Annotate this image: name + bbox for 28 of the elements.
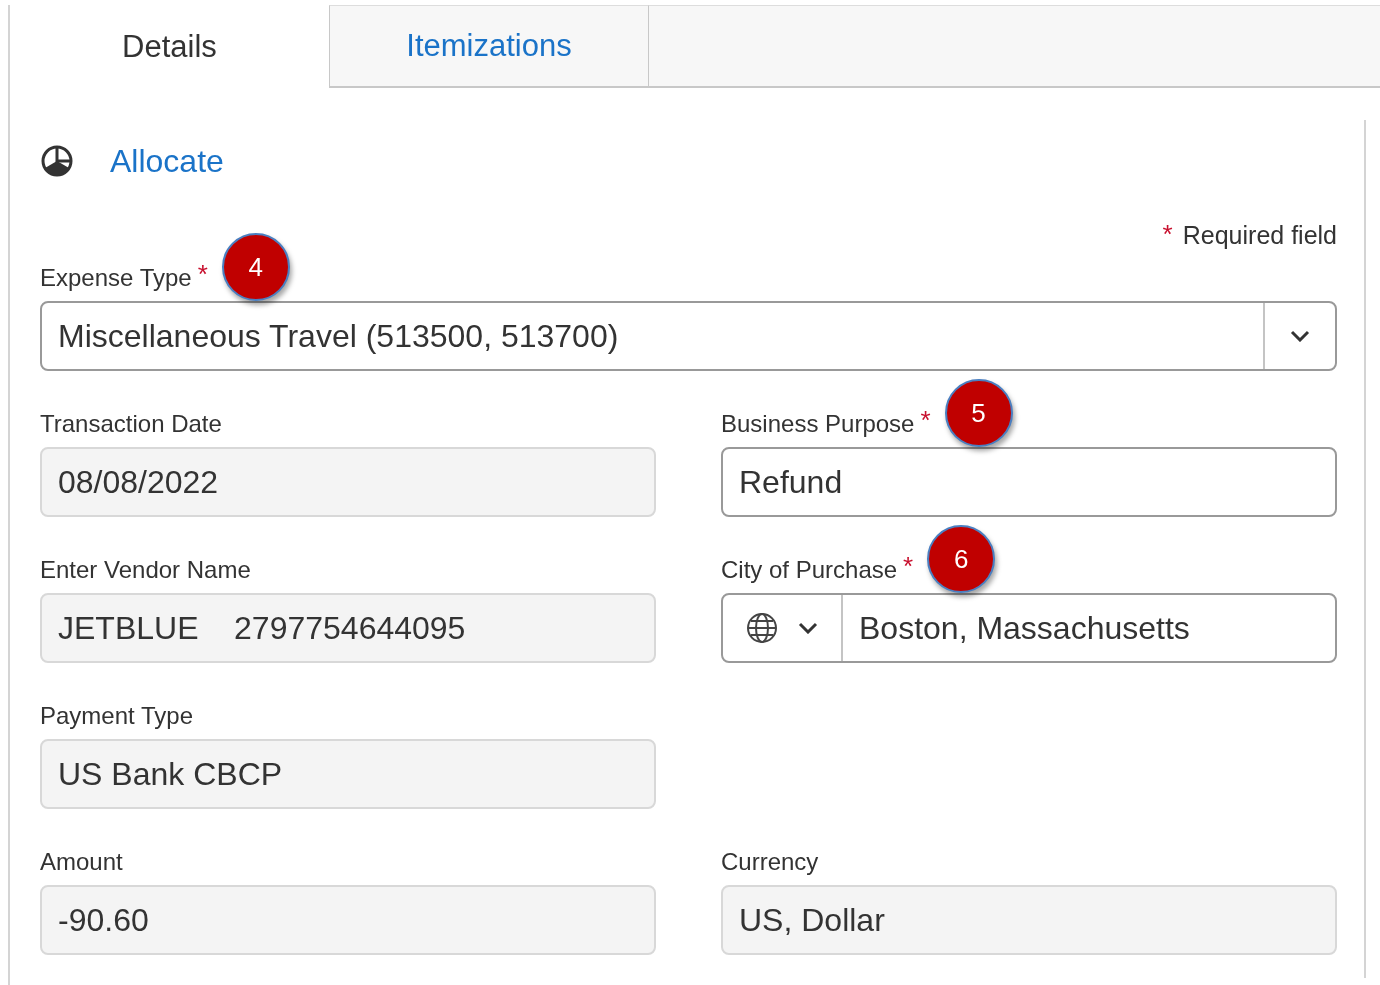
chevron-down-icon <box>798 622 818 634</box>
step-badge: 5 <box>944 379 1013 447</box>
field-label: Payment Type <box>40 701 193 731</box>
input-field[interactable]: US Bank CBCP <box>40 739 656 809</box>
required-asterisk: * <box>1162 221 1173 247</box>
pie-chart-icon <box>40 144 74 178</box>
field-label: Business Purpose <box>721 409 915 439</box>
input-field[interactable]: US, Dollar <box>721 885 1337 955</box>
input-field[interactable]: Refund <box>721 447 1337 517</box>
input-field[interactable]: 08/08/2022 <box>40 447 656 517</box>
step-badge: 6 <box>927 525 996 593</box>
required-field-note: Required field <box>1182 221 1337 250</box>
field-label: Currency <box>721 847 819 877</box>
input-field[interactable]: -90.60 <box>40 885 656 955</box>
input-field[interactable]: JETBLUE 2797754644095 <box>40 593 656 663</box>
field-label: City of Purchase <box>721 555 898 585</box>
required-asterisk: * <box>920 407 931 433</box>
chevron-down-icon <box>1290 330 1310 342</box>
tab[interactable]: Itemizations <box>329 5 648 88</box>
globe-icon <box>746 612 778 644</box>
allocate-link[interactable]: Allocate <box>110 142 224 180</box>
field-label: Expense Type <box>40 263 192 293</box>
field-label: Amount <box>40 847 123 877</box>
required-asterisk: * <box>197 261 208 287</box>
required-asterisk: * <box>903 553 914 579</box>
field-label: Enter Vendor Name <box>40 555 251 585</box>
field-label: Transaction Date <box>40 409 222 439</box>
step-badge: 4 <box>221 233 290 301</box>
